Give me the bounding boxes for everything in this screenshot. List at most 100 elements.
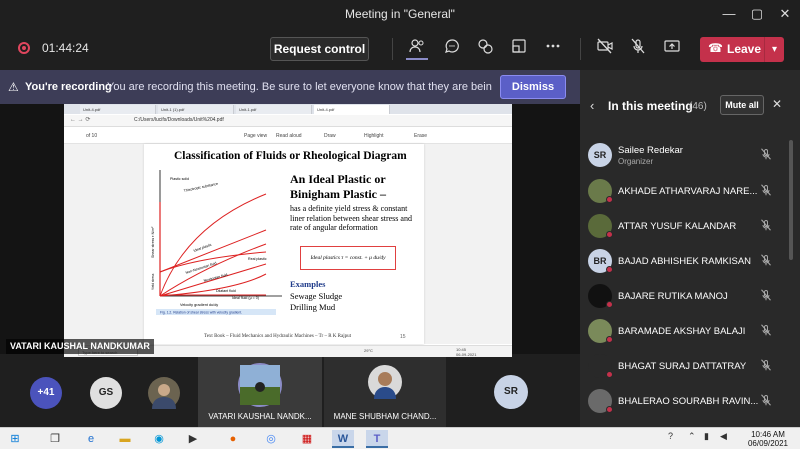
more-options-icon[interactable] [542,38,564,60]
taskbar-date: 06/09/2021 [747,439,789,448]
status-dot [606,231,613,238]
taskbar-time: 10:46 AM [751,430,785,439]
participants-panel: ‹ In this meeting (46) Mute all ✕ SR Sai… [580,70,800,427]
shared-clock: 10:45 06-09-2021 [456,347,476,357]
firefox-icon[interactable]: ● [222,430,244,448]
panel-scrollbar[interactable] [789,140,793,260]
chat-icon[interactable] [441,38,463,60]
hp-icon[interactable]: ◉ [148,430,170,448]
avatar[interactable] [148,377,180,409]
pdf-tool: Page view [244,133,268,139]
task-view-icon[interactable]: ❐ [44,430,66,448]
participant-tile[interactable]: MANE SHUBHAM CHAND... [324,357,446,427]
browser-tab: Unit-1.pdf [236,105,312,114]
participant-row[interactable]: SR Sailee Redekar Organizer [580,139,792,173]
maximize-button[interactable]: ▢ [746,4,768,24]
slide-title: Classification of Fluids or Rheological … [174,150,407,162]
breakout-rooms-icon[interactable] [508,38,530,60]
reactions-icon[interactable] [474,38,496,60]
request-control-button[interactable]: Request control [270,37,369,61]
word-icon[interactable]: W [332,430,354,448]
help-icon[interactable]: ? [668,431,673,441]
participant-row[interactable]: ATTAR YUSUF KALANDAR [580,210,792,244]
curve-label: Plastic solid [170,177,189,181]
mic-off-icon[interactable] [760,184,772,199]
overflow-avatar[interactable]: +41 [30,377,62,409]
participant-row[interactable]: BARAMADE AKSHAY BALAJI [580,315,792,349]
shared-screen[interactable]: Unit-4.pdf Unit-1 (1).pdf Unit-1.pdf Uni… [64,104,512,357]
chevron-down-icon[interactable]: ▾ [764,37,784,62]
share-screen-icon[interactable] [661,38,683,60]
tile-name: VATARI KAUSHAL NANDK... [208,412,312,421]
warning-icon: ⚠ [8,80,19,94]
participant-row[interactable]: BAJARE RUTIKA MANOJ [580,280,792,314]
participants-icon[interactable] [406,38,428,60]
example-item: Sewage Sludge [290,291,343,301]
start-icon[interactable]: ⊞ [4,430,26,448]
pdf-toolbar: of 10 Page view Read aloud Draw Highligh… [64,128,512,144]
status-dot [606,406,613,413]
participant-row[interactable]: BR BAJAD ABHISHEK RAMKISAN [580,245,792,279]
pdf-tool: Draw [324,133,336,139]
meeting-toolbar: 01:44:24 Request control ☎ Leave ▾ [0,28,800,68]
example-item: Drilling Mud [290,301,336,312]
pdf-page-count: of 10 [86,133,98,139]
teams-icon[interactable]: T [366,430,388,448]
participant-name: BARAMADE AKSHAY BALAJI [618,326,746,337]
dismiss-button[interactable]: Dismiss [500,75,566,99]
participant-name: BAJARE RUTIKA MANOJ [618,291,728,302]
mic-off-icon[interactable] [760,394,772,409]
internet-explorer-icon[interactable]: e [80,430,102,448]
close-icon[interactable]: ✕ [772,97,782,111]
recording-icon [18,42,30,54]
chrome-icon[interactable]: ◎ [260,430,282,448]
active-speaker-tile[interactable]: VATARI KAUSHAL NANDK... [198,357,322,427]
mic-off-icon[interactable] [760,359,772,374]
browser-tab: Unit-4.pdf [80,105,156,114]
nav-arrows-icon: ← → ⟳ [70,117,91,123]
media-app-icon[interactable]: ▦ [296,430,318,448]
camera-off-icon[interactable] [594,38,616,60]
slide-page-number: 15 [400,334,406,340]
leave-button[interactable]: ☎ Leave ▾ [700,37,784,62]
participant-row[interactable]: BHALERAO SOURABH RAVIN... [580,385,792,419]
avatar [368,365,402,399]
mic-off-icon[interactable] [760,289,772,304]
browser-tab: Unit-1 (1).pdf [158,105,234,114]
mic-off-icon[interactable] [627,38,649,60]
mic-off-icon[interactable] [760,219,772,234]
examples-list: Sewage Sludge Drilling Mud [290,291,342,312]
volume-icon[interactable]: ◀ [720,431,727,442]
meeting-timer: 01:44:24 [42,41,89,55]
mic-off-icon[interactable] [760,148,772,163]
mic-off-icon[interactable] [760,324,772,339]
pdf-tool: Highlight [364,133,384,139]
mute-all-button[interactable]: Mute all [720,95,764,115]
browser-tab: Unit-4.pdf [314,105,390,114]
participant-row[interactable]: BHAGAT SURAJ DATTATRAY [580,350,792,384]
back-arrow-icon[interactable]: ‹ [590,98,594,113]
minimize-button[interactable]: — [718,4,740,24]
tray-chevron-icon[interactable]: ⌃ [688,431,696,442]
tile-name: MANE SHUBHAM CHAND... [333,412,437,421]
windows-taskbar: ⊞ ❐ e ▬ ◉ ▶ ● ◎ ▦ W T ? ⌃ ▮ ◀ 10:46 AM 0… [0,427,800,449]
participant-name: Sailee Redekar [618,145,683,156]
status-dot [606,336,613,343]
slide-heading: An Ideal Plastic or Binigham Plastic – [290,172,387,201]
participant-row[interactable]: AKHADE ATHARVARAJ NARE... [580,175,792,209]
examples-heading: Examples [290,279,326,289]
mic-off-icon[interactable] [760,254,772,269]
taskbar-clock[interactable]: 10:46 AM 06/09/2021 [744,430,792,448]
figure-caption: Fig. 1.2. Relation of shear stress with … [160,311,242,315]
network-icon[interactable]: ▮ [704,431,709,442]
avatar[interactable]: GS [90,377,122,409]
close-window-button[interactable]: ✕ [774,4,796,24]
participant-name: ATTAR YUSUF KALANDAR [618,221,737,232]
file-explorer-icon[interactable]: ▬ [114,430,136,448]
media-player-icon[interactable]: ▶ [182,430,204,448]
rheological-diagram: Plastic solid Thixotropic substance Idea… [151,170,282,315]
avatar [238,363,282,407]
axis-label-x: Velocity gradient du/dy [180,303,218,307]
phone-icon: ☎ [708,41,723,55]
avatar[interactable]: SR [494,375,528,409]
